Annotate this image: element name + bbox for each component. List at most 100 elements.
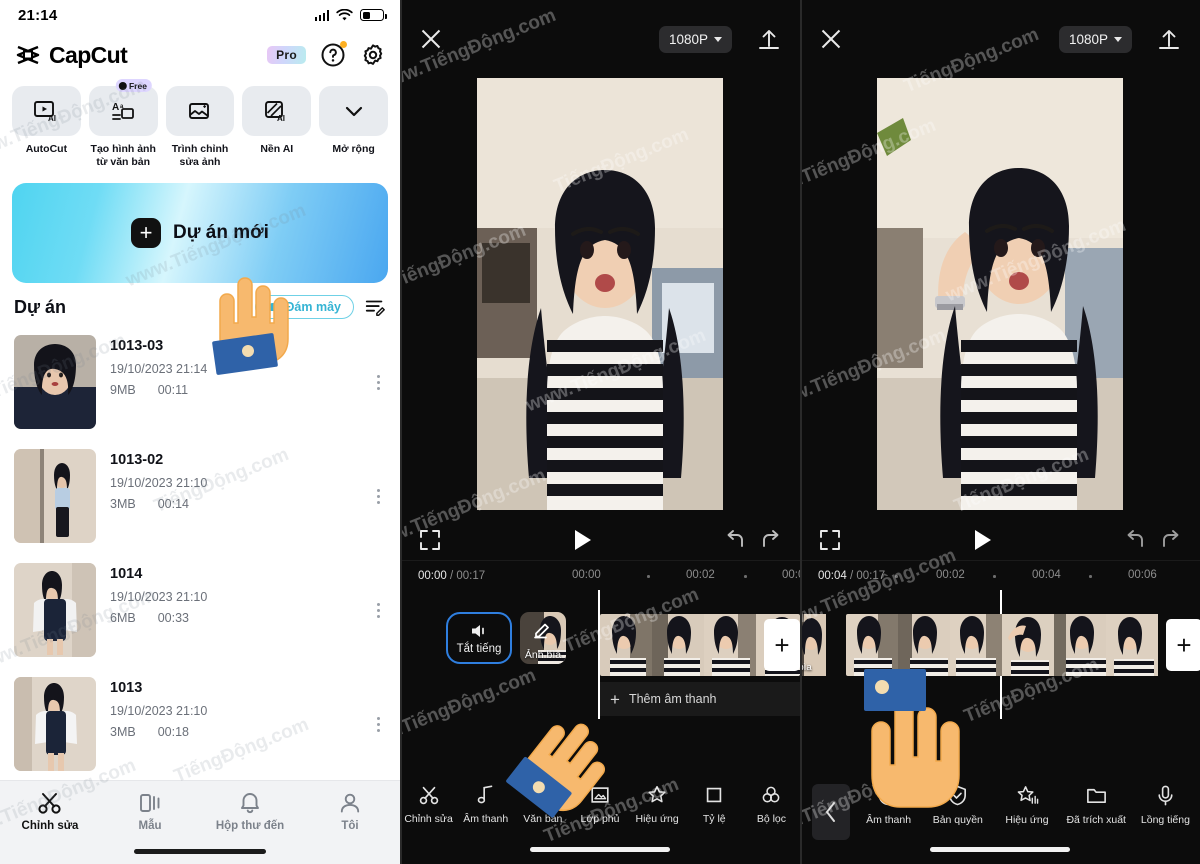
table-row[interactable]: 1013 19/10/2023 21:10 3MB 00:18	[14, 667, 386, 781]
close-icon[interactable]	[818, 26, 844, 52]
fullscreen-icon[interactable]	[418, 528, 442, 552]
more-options-icon[interactable]	[370, 602, 386, 618]
feature-photo-editor[interactable]: Trình chỉnh sửa ảnh	[165, 86, 235, 169]
ruler-tick: 00:04	[1032, 569, 1061, 581]
ratio-square-icon	[707, 787, 722, 803]
resolution-label: 1080P	[1068, 31, 1108, 47]
project-date: 19/10/2023 21:10	[110, 590, 208, 605]
toolbar-label: Tỷ lệ	[702, 813, 726, 825]
editor-top-bar: 1080P	[800, 0, 1200, 78]
ruler-tick: 00:02	[686, 569, 715, 581]
bell-icon	[241, 793, 259, 814]
panel-editor-audio-step1: 1080P 00:00 / 00:17 00:00 00:02 00: Tắt …	[400, 0, 800, 864]
feature-ai-background[interactable]: AI Nền AI	[242, 86, 312, 169]
toolbar-label: Đã trích xuất	[1066, 814, 1126, 826]
app-header: CapCut Pro	[0, 30, 400, 80]
more-options-icon[interactable]	[370, 488, 386, 504]
cellular-signal-icon	[314, 9, 329, 21]
feature-shortcuts: AI AutoCut Free A a Tạo hình ảnh từ văn …	[0, 79, 400, 169]
cover-button[interactable]: bìa	[800, 614, 826, 676]
more-options-icon[interactable]	[370, 374, 386, 390]
feature-expand[interactable]: Mở rộng	[319, 86, 388, 169]
mute-button-label: Tắt tiếng	[456, 642, 502, 655]
music-note-icon	[477, 785, 493, 804]
filter-circles-icon	[763, 786, 780, 803]
clip-frame	[1106, 614, 1158, 676]
templates-icon	[140, 794, 160, 812]
toolbar-item-filter[interactable]: Bộ lọc	[743, 784, 800, 825]
clip-quick-actions: Tắt tiếng Ảnh bìa	[446, 612, 566, 664]
bottom-tab-bar: Chỉnh sửa Mẫu Hộp thư đến Tôi	[0, 780, 400, 864]
project-duration: 00:11	[157, 383, 189, 398]
add-clip-button[interactable]: +	[764, 619, 800, 671]
text-to-image-icon: A a	[88, 86, 158, 136]
project-thumbnail	[14, 677, 96, 772]
home-indicator	[530, 847, 670, 852]
redo-icon[interactable]	[1158, 529, 1182, 551]
tab-edit[interactable]: Chỉnh sửa	[0, 791, 100, 832]
play-icon[interactable]	[975, 530, 991, 550]
project-name: 1014	[110, 566, 143, 583]
project-date: 19/10/2023 21:10	[110, 476, 208, 491]
resolution-selector[interactable]: 1080P	[1058, 25, 1132, 53]
pro-badge[interactable]: Pro	[267, 46, 306, 64]
cover-button[interactable]: Ảnh bìa	[520, 612, 566, 664]
tab-label: Hộp thư đến	[215, 820, 285, 832]
project-size: 3MB	[110, 497, 136, 512]
tab-templates[interactable]: Mẫu	[100, 791, 200, 832]
video-preview-area	[800, 78, 1200, 510]
undo-icon[interactable]	[724, 529, 748, 551]
project-meta: 1013-02 19/10/2023 21:10 3MB 00:14	[110, 449, 356, 511]
export-upload-icon[interactable]	[756, 26, 782, 52]
ruler-tick-dot	[647, 575, 650, 578]
redo-icon[interactable]	[758, 529, 782, 551]
toolbar-item-ratio[interactable]: Tỷ lệ	[686, 784, 743, 825]
ruler-tick-dot	[744, 575, 747, 578]
close-icon[interactable]	[418, 26, 444, 52]
tab-label: Mẫu	[138, 820, 162, 832]
video-preview[interactable]	[477, 78, 723, 510]
feature-text-to-image[interactable]: Free A a Tạo hình ảnh từ văn bản	[88, 79, 158, 169]
fullscreen-icon[interactable]	[818, 528, 842, 552]
plus-icon: +	[764, 619, 800, 671]
help-circle-icon[interactable]	[320, 41, 347, 68]
chevron-down-icon	[714, 36, 722, 42]
resolution-selector[interactable]: 1080P	[658, 25, 732, 53]
editor-top-bar: 1080P	[400, 0, 800, 78]
sort-edit-icon[interactable]	[364, 296, 386, 318]
toolbar-label: Bản quyền	[932, 814, 983, 826]
table-row[interactable]: 1013-02 19/10/2023 21:10 3MB 00:14	[14, 439, 386, 553]
more-options-icon[interactable]	[370, 716, 386, 732]
photo-editor-icon	[165, 86, 235, 136]
undo-icon[interactable]	[1124, 529, 1148, 551]
feature-autocut[interactable]: AI AutoCut	[12, 86, 81, 169]
folder-icon	[1086, 788, 1106, 804]
mute-button[interactable]: Tắt tiếng	[446, 612, 512, 664]
new-project-label: Dự án mới	[173, 222, 269, 244]
scissors-icon	[38, 793, 61, 814]
video-preview[interactable]	[877, 78, 1123, 510]
three-panel-tutorial-screenshot: 21:14 CapCut Pro AI AutoCut Free A a Tạo…	[0, 0, 1200, 864]
project-stats: 3MB 00:14	[110, 497, 356, 511]
tab-profile[interactable]: Tôi	[300, 791, 400, 832]
home-indicator	[930, 847, 1070, 852]
play-icon[interactable]	[575, 530, 591, 550]
project-duration: 00:33	[157, 611, 189, 626]
microphone-icon	[1158, 785, 1173, 806]
project-size: 6MB	[110, 611, 136, 626]
pencil-icon	[534, 623, 549, 639]
chevron-left-icon	[826, 802, 835, 822]
gear-icon[interactable]	[360, 42, 386, 68]
table-row[interactable]: 1014 19/10/2023 21:10 6MB 00:33	[14, 553, 386, 667]
toolbar-item-extracted[interactable]: Đã trích xuất	[1062, 784, 1131, 826]
capcut-logo-icon	[16, 45, 40, 65]
toolbar-item-voiceover[interactable]: Lồng tiếng	[1131, 784, 1200, 826]
tab-inbox[interactable]: Hộp thư đến	[200, 791, 300, 832]
export-upload-icon[interactable]	[1156, 26, 1182, 52]
toolbar-item-edit[interactable]: Chỉnh sửa	[400, 784, 457, 825]
add-clip-button[interactable]: +	[1166, 619, 1200, 671]
toolbar-item-effects[interactable]: Hiệu ứng	[992, 784, 1061, 826]
clip-frame	[652, 614, 704, 676]
project-thumbnail	[14, 449, 96, 544]
toolbar-item-effects[interactable]: Hiệu ứng	[629, 784, 686, 825]
